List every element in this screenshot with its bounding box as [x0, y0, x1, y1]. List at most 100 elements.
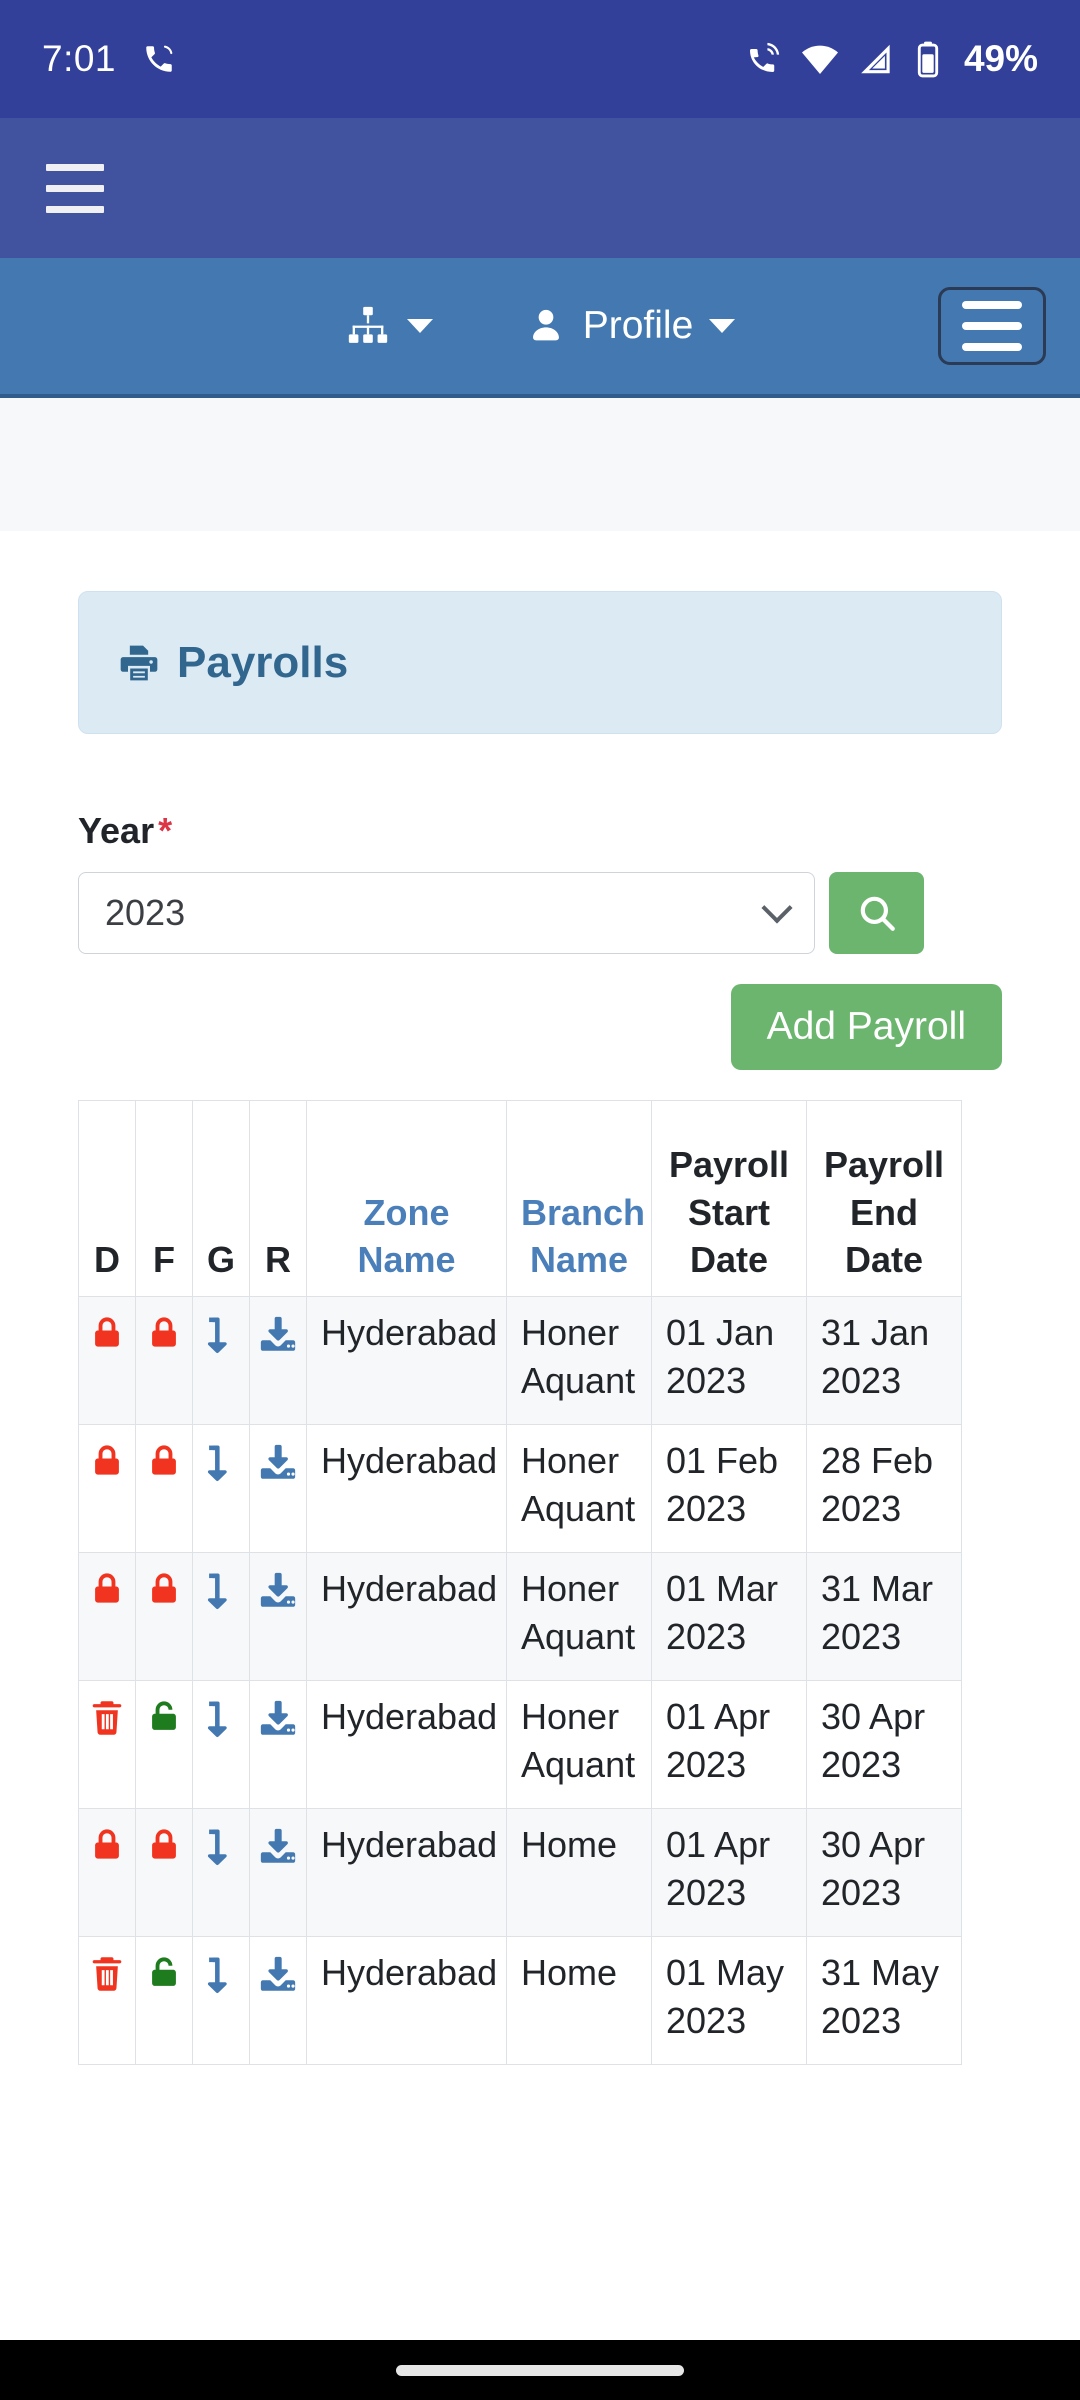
table-row: Hyderabad Honer Aquant 01 Apr 2023 30 Apr 2… [78, 1680, 962, 1809]
lock-closed-icon[interactable] [86, 1317, 128, 1363]
lock-open-icon[interactable] [143, 1701, 185, 1747]
download-save-icon[interactable] [257, 1572, 299, 1619]
hamburger-menu-icon[interactable] [46, 163, 104, 213]
phone-call-waves-icon [744, 40, 782, 78]
profile-label: Profile [582, 304, 694, 347]
arrow-turn-down-icon[interactable] [200, 1829, 242, 1875]
generate-action-cell[interactable] [192, 1936, 250, 2065]
add-payroll-button[interactable]: Add Payroll [730, 984, 1002, 1070]
cell-zone-name: Hyderabad [306, 1680, 507, 1809]
profile-dropdown[interactable]: Profile [525, 304, 736, 348]
report-download-cell[interactable] [249, 1296, 307, 1425]
finalize-action-cell[interactable] [135, 1552, 193, 1681]
table-row: Hyderabad Honer Aquant 01 Feb 2023 28 Feb 2… [78, 1424, 962, 1553]
column-header-zone-name[interactable]: Zone Name [306, 1100, 507, 1297]
report-download-cell[interactable] [249, 1552, 307, 1681]
arrow-turn-down-icon[interactable] [200, 1573, 242, 1619]
cell-branch-name: Home [506, 1808, 652, 1937]
cell-payroll-end-date: 31 Mar 2023 [806, 1552, 962, 1681]
lock-closed-icon[interactable] [143, 1317, 185, 1363]
navbar-toggler-icon[interactable] [938, 287, 1046, 365]
lock-closed-icon[interactable] [86, 1829, 128, 1875]
finalize-action-cell[interactable] [135, 1936, 193, 2065]
user-icon [525, 305, 567, 347]
finalize-action-cell[interactable] [135, 1808, 193, 1937]
arrow-turn-down-icon[interactable] [200, 1701, 242, 1747]
search-icon [856, 892, 898, 934]
lock-closed-icon[interactable] [143, 1573, 185, 1619]
report-download-cell[interactable] [249, 1936, 307, 2065]
download-save-icon[interactable] [257, 1956, 299, 2003]
page-title-text: Payrolls [177, 637, 349, 687]
download-save-icon[interactable] [257, 1444, 299, 1491]
lock-closed-icon[interactable] [143, 1445, 185, 1491]
finalize-action-cell[interactable] [135, 1424, 193, 1553]
add-payroll-row: Add Payroll [78, 984, 1002, 1070]
column-header-payroll-start-date: Payroll Start Date [651, 1100, 807, 1297]
status-bar-clock: 7:01 [42, 38, 117, 79]
delete-action-cell[interactable] [78, 1424, 136, 1553]
cell-payroll-start-date: 01 Apr 2023 [651, 1680, 807, 1809]
finalize-action-cell[interactable] [135, 1680, 193, 1809]
trash-icon[interactable] [86, 1957, 128, 2003]
report-download-cell[interactable] [249, 1808, 307, 1937]
arrow-turn-down-icon[interactable] [200, 1445, 242, 1491]
download-save-icon[interactable] [257, 1828, 299, 1875]
wifi-icon [800, 39, 840, 79]
report-download-cell[interactable] [249, 1424, 307, 1553]
generate-action-cell[interactable] [192, 1552, 250, 1681]
lock-closed-icon[interactable] [86, 1573, 128, 1619]
cell-zone-name: Hyderabad [306, 1424, 507, 1553]
print-icon[interactable] [117, 641, 161, 685]
signal-icon [858, 40, 896, 78]
arrow-turn-down-icon[interactable] [200, 1317, 242, 1363]
chevron-down-icon [406, 319, 433, 333]
system-navigation-bar [0, 2340, 1080, 2400]
delete-action-cell[interactable] [78, 1296, 136, 1425]
home-gesture-pill[interactable] [396, 2364, 684, 2376]
delete-action-cell[interactable] [78, 1552, 136, 1681]
cell-branch-name: Honer Aquant [506, 1296, 652, 1425]
delete-action-cell[interactable] [78, 1680, 136, 1809]
table-row: Hyderabad Honer Aquant 01 Jan 2023 31 Jan 2… [78, 1296, 962, 1425]
cell-payroll-start-date: 01 Feb 2023 [651, 1424, 807, 1553]
status-bar-right: 49% [744, 38, 1038, 80]
year-select[interactable]: 2023 [78, 872, 815, 954]
trash-icon[interactable] [86, 1701, 128, 1747]
cell-payroll-end-date: 30 Apr 2023 [806, 1808, 962, 1937]
content-top-spacer [0, 398, 1080, 531]
generate-action-cell[interactable] [192, 1680, 250, 1809]
year-filter-row: 2023 [78, 872, 1002, 954]
sitemap-icon [345, 303, 391, 349]
column-header-branch-name[interactable]: Branch Name [506, 1100, 652, 1297]
cell-payroll-start-date: 01 May 2023 [651, 1936, 807, 2065]
download-save-icon[interactable] [257, 1700, 299, 1747]
report-download-cell[interactable] [249, 1680, 307, 1809]
table-row: Hyderabad Home 01 May 2023 31 May 2023 [78, 1936, 962, 2065]
year-label-text: Year [78, 810, 155, 851]
lock-closed-icon[interactable] [143, 1829, 185, 1875]
cell-zone-name: Hyderabad [306, 1552, 507, 1681]
search-button[interactable] [829, 872, 924, 954]
arrow-turn-down-icon[interactable] [200, 1957, 242, 2003]
cell-payroll-end-date: 28 Feb 2023 [806, 1424, 962, 1553]
generate-action-cell[interactable] [192, 1808, 250, 1937]
browser-chrome-bar [0, 118, 1080, 258]
table-row: Hyderabad Honer Aquant 01 Mar 2023 31 Mar 2… [78, 1552, 962, 1681]
sitemap-dropdown[interactable] [345, 303, 433, 349]
cell-zone-name: Hyderabad [306, 1808, 507, 1937]
status-bar: 7:01 49% [0, 0, 1080, 118]
delete-action-cell[interactable] [78, 1808, 136, 1937]
generate-action-cell[interactable] [192, 1296, 250, 1425]
cell-payroll-end-date: 30 Apr 2023 [806, 1680, 962, 1809]
download-save-icon[interactable] [257, 1316, 299, 1363]
lock-closed-icon[interactable] [86, 1445, 128, 1491]
generate-action-cell[interactable] [192, 1424, 250, 1553]
cell-branch-name: Home [506, 1936, 652, 2065]
lock-open-icon[interactable] [143, 1957, 185, 2003]
cell-payroll-start-date: 01 Mar 2023 [651, 1552, 807, 1681]
delete-action-cell[interactable] [78, 1936, 136, 2065]
battery-percentage: 49% [963, 38, 1038, 79]
finalize-action-cell[interactable] [135, 1296, 193, 1425]
chevron-down-icon [709, 319, 736, 333]
